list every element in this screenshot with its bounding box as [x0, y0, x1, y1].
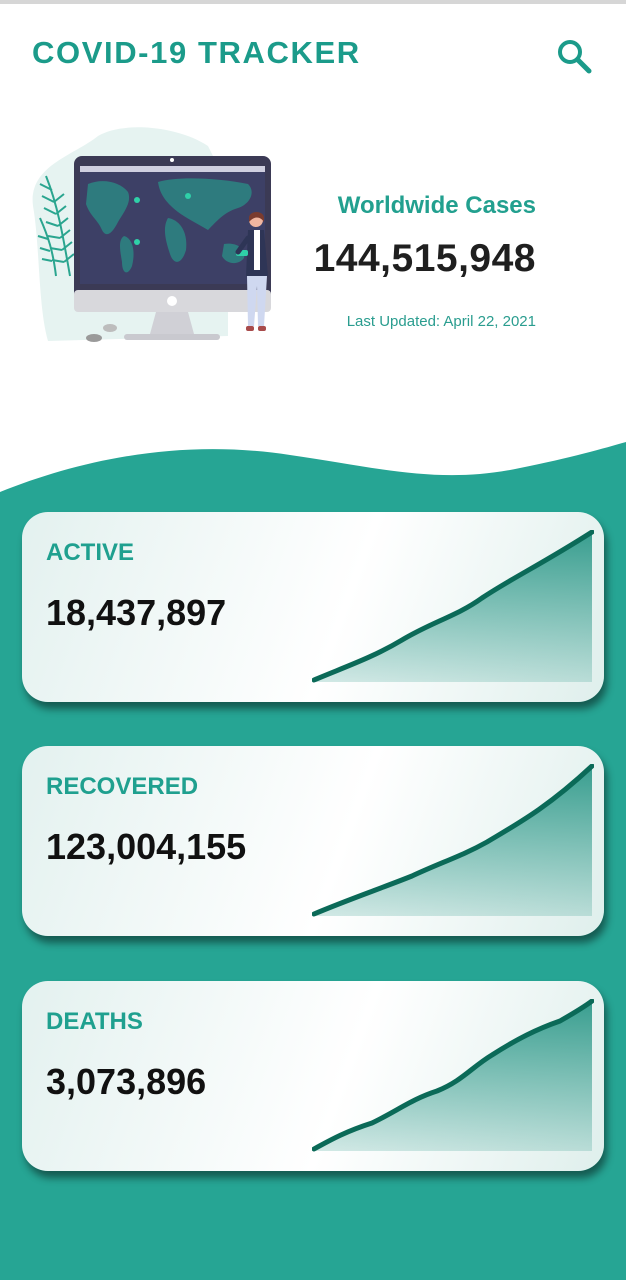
app-header: COVID-19 TRACKER	[0, 4, 626, 100]
deaths-value: 3,073,896	[46, 1061, 207, 1102]
world-map-monitor-illustration	[32, 127, 271, 342]
active-card[interactable]: ACTIVE 18,437,897	[22, 512, 604, 702]
worldwide-cases-label: Worldwide Cases	[337, 192, 536, 219]
deaths-card[interactable]: DEATHS 3,073,896	[22, 981, 604, 1171]
last-updated-text: Last Updated: April 22, 2021	[346, 313, 536, 330]
active-label: ACTIVE	[46, 539, 135, 566]
monitor-stand	[150, 312, 194, 334]
recovered-label: RECOVERED	[46, 773, 199, 800]
recovered-trend-icon	[312, 764, 594, 917]
worldwide-summary: Worldwide Cases 144,515,948 Last Updated…	[0, 110, 626, 440]
recovered-value: 123,004,155	[46, 826, 247, 867]
deaths-trend-icon	[312, 999, 594, 1152]
search-icon[interactable]	[552, 34, 596, 78]
deaths-label: DEATHS	[46, 1008, 143, 1035]
worldwide-cases-value: 144,515,948	[313, 237, 536, 280]
active-value: 18,437,897	[46, 592, 227, 633]
active-trend-icon	[312, 530, 594, 683]
recovered-card[interactable]: RECOVERED 123,004,155	[22, 746, 604, 936]
app-title: COVID-19 TRACKER	[32, 35, 361, 70]
